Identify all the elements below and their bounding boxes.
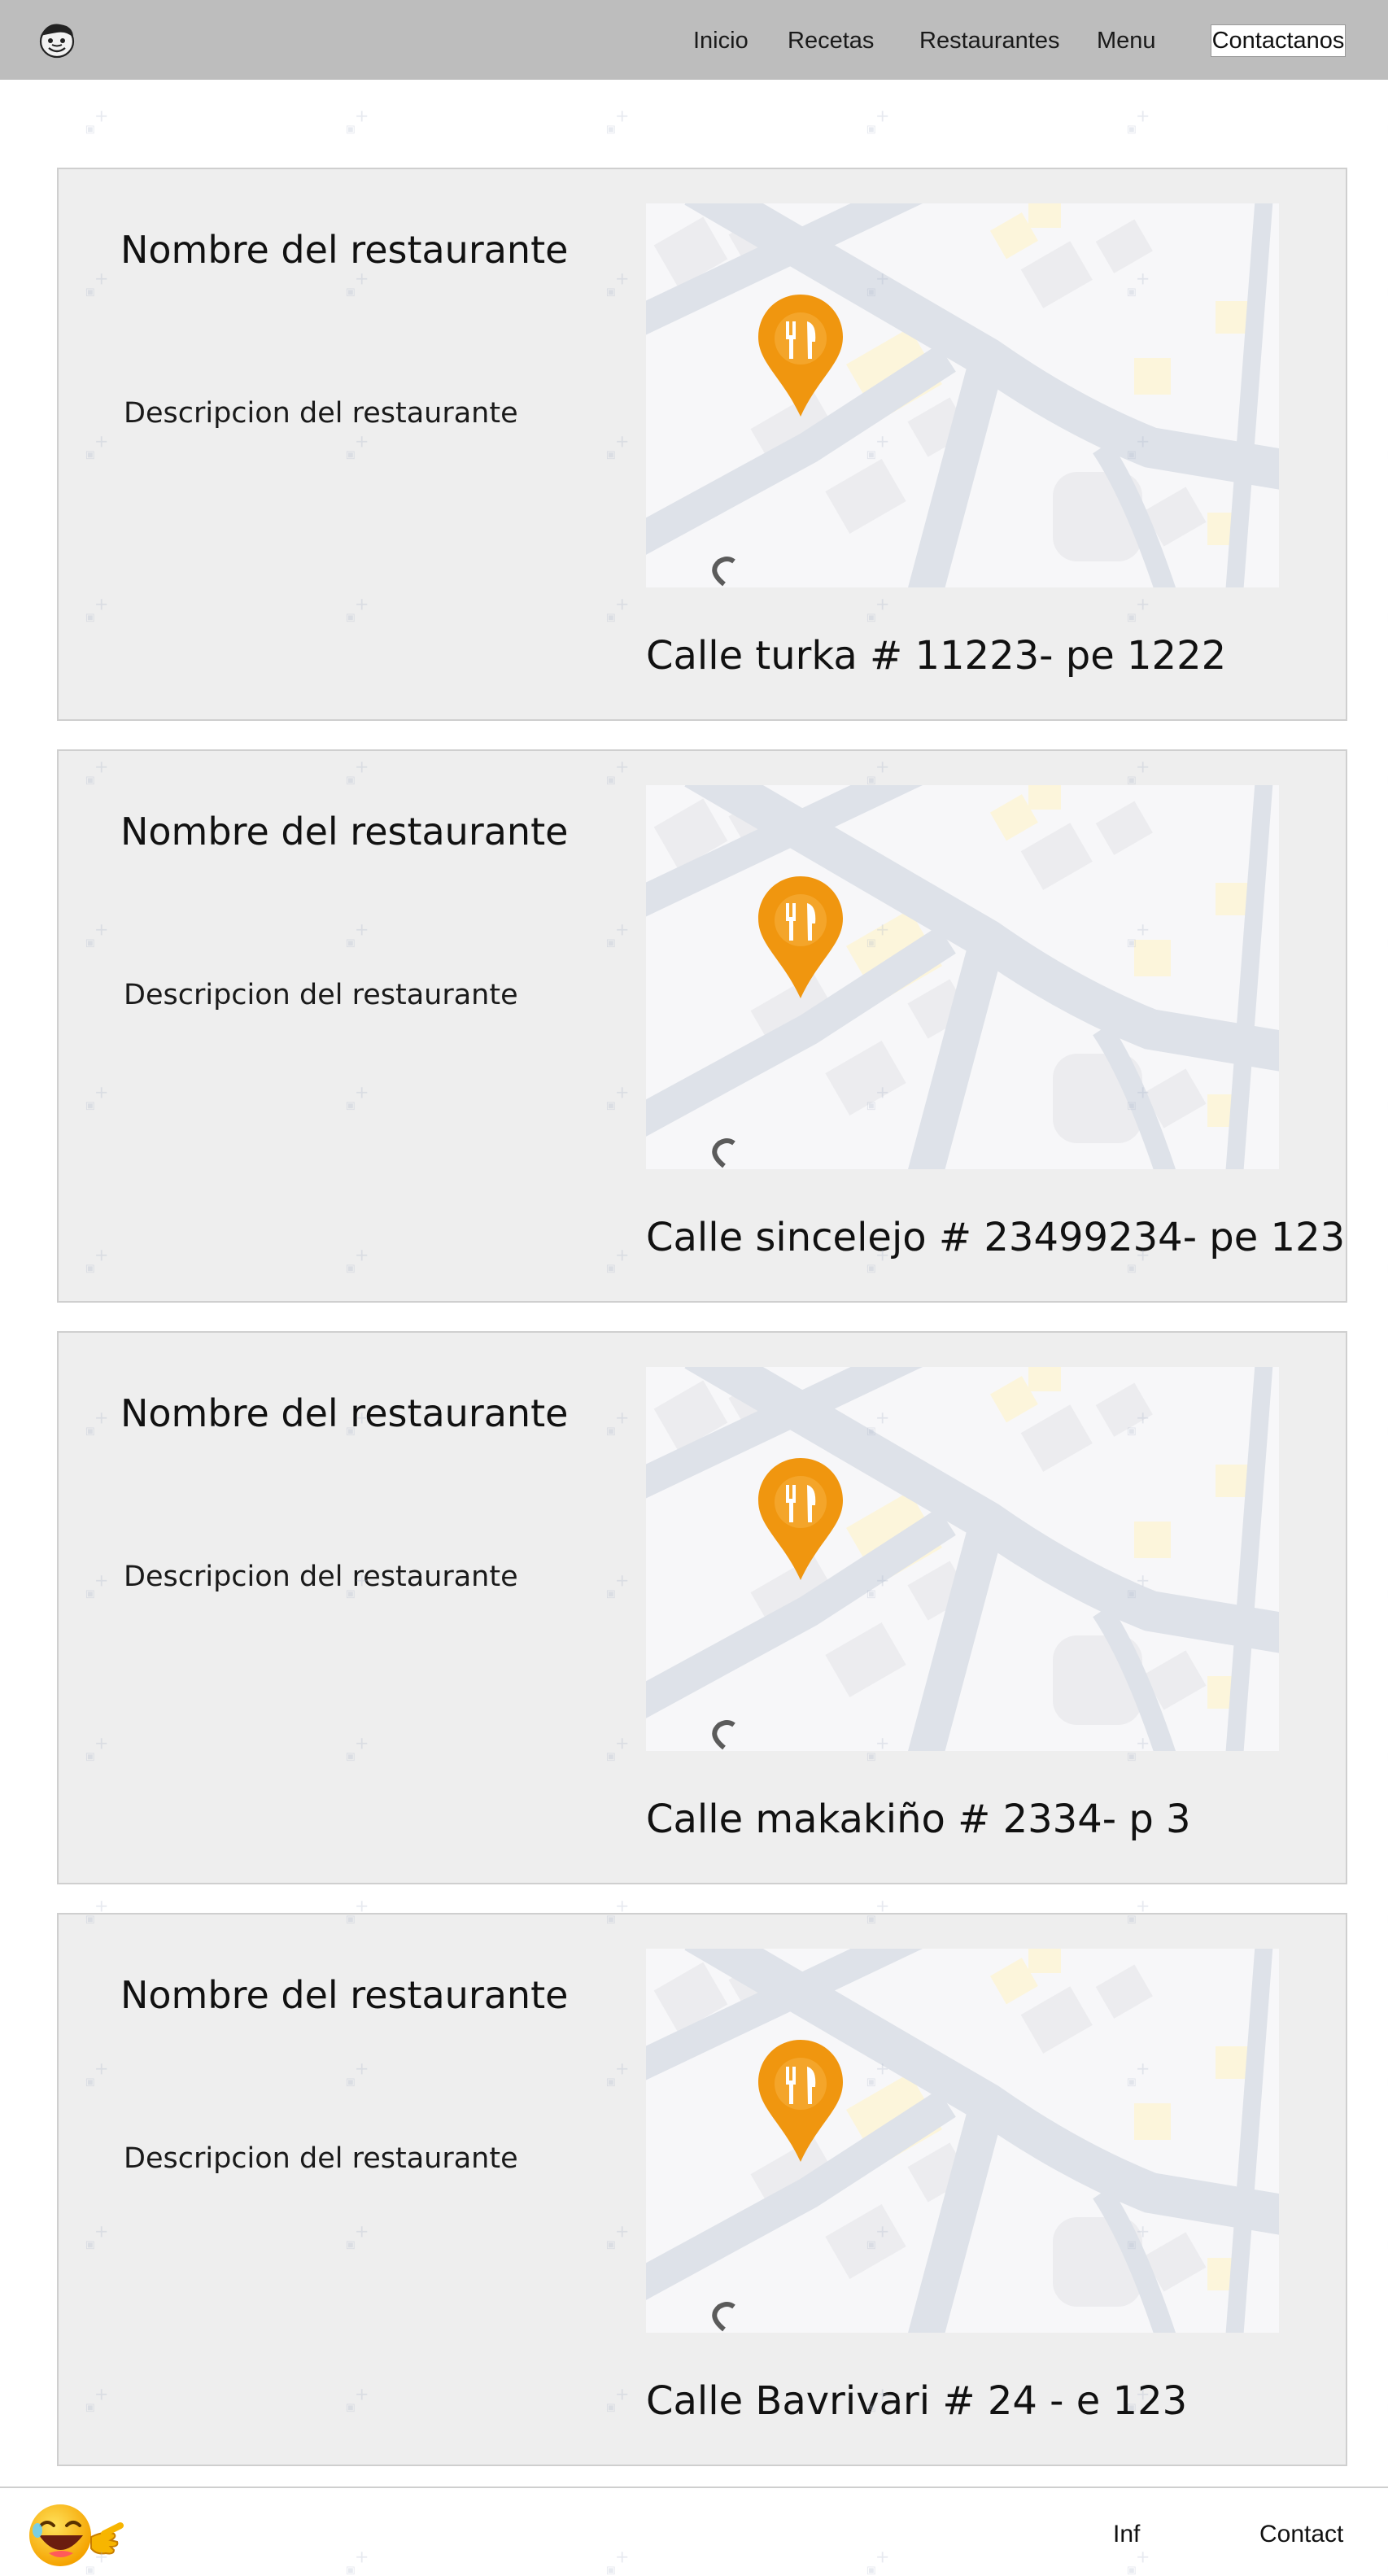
restaurant-description: Descripcion del restaurante [124,1561,518,1593]
watermark-mark: ◈ ✕ [1381,1896,1388,1929]
watermark-mark: ◈ ✕ [1381,1733,1388,1766]
watermark-mark: ◈ ✕ [1381,919,1388,953]
watermark-mark: ◈ ✕ [1381,594,1388,627]
restaurant-map[interactable] [646,203,1279,587]
restaurant-card: Nombre del restaurante Descripcion del r… [57,168,1347,721]
footer-link-contact[interactable]: Contact [1259,2521,1343,2548]
restaurant-name: Nombre del restaurante [120,1973,569,2017]
restaurant-card: Nombre del restaurante Descripcion del r… [57,1331,1347,1884]
watermark-mark: ◈ ✕ [860,106,894,139]
restaurant-name: Nombre del restaurante [120,810,569,854]
restaurant-description: Descripcion del restaurante [124,2142,518,2175]
top-nav-bar: Inicio Recetas Restaurantes Menu Contact… [0,0,1388,80]
footer-bar: Inf Contact [0,2486,1388,2576]
watermark-mark: ◈ ✕ [1381,2221,1388,2255]
watermark-mark: ◈ ✕ [1381,757,1388,790]
watermark-mark: ◈ ✕ [1381,269,1388,302]
watermark-mark: ◈ ✕ [1381,2059,1388,2092]
restaurant-address: Calle makakiño # 2334- p 3 [646,1797,1191,1842]
restaurant-description: Descripcion del restaurante [124,397,518,430]
restaurant-address: Calle Bavrivari # 24 - e 123 [646,2378,1188,2424]
restaurant-description: Descripcion del restaurante [124,979,518,1011]
watermark-mark: ◈ ✕ [1381,1245,1388,1278]
watermark-mark: ◈ ✕ [79,106,113,139]
restaurant-address: Calle turka # 11223- pe 1222 [646,633,1227,679]
nav-recetas[interactable]: Recetas [788,28,874,55]
laughing-emoji-icon [26,2501,124,2568]
footer-link-inf[interactable]: Inf [1113,2521,1140,2548]
watermark-mark: ◈ ✕ [1381,431,1388,465]
restaurant-map[interactable] [646,1367,1279,1751]
watermark-mark: ◈ ✕ [1381,2384,1388,2417]
watermark-mark: ◈ ✕ [600,106,634,139]
nav-inicio[interactable]: Inicio [693,28,749,55]
restaurant-name: Nombre del restaurante [120,1391,569,1435]
contact-button[interactable]: Contactanos [1211,24,1346,57]
restaurant-card: Nombre del restaurante Descripcion del r… [57,749,1347,1303]
watermark-mark: ◈ ✕ [1381,1570,1388,1604]
watermark-mark: ◈ ✕ [1381,1408,1388,1441]
watermark-mark: ◈ ✕ [1381,1082,1388,1116]
watermark-mark: ◈ ✕ [1381,106,1388,139]
nav-restaurantes[interactable]: Restaurantes [919,28,1060,55]
watermark-mark: ◈ ✕ [1120,106,1154,139]
restaurant-map[interactable] [646,1949,1279,2333]
restaurant-card: Nombre del restaurante Descripcion del r… [57,1913,1347,2466]
restaurant-name: Nombre del restaurante [120,228,569,272]
restaurant-map[interactable] [646,785,1279,1169]
watermark-mark: ◈ ✕ [339,106,373,139]
chef-face-icon[interactable] [36,20,78,60]
restaurant-address: Calle sincelejo # 23499234- pe 123 [646,1215,1346,1260]
nav-menu[interactable]: Menu [1097,28,1156,55]
